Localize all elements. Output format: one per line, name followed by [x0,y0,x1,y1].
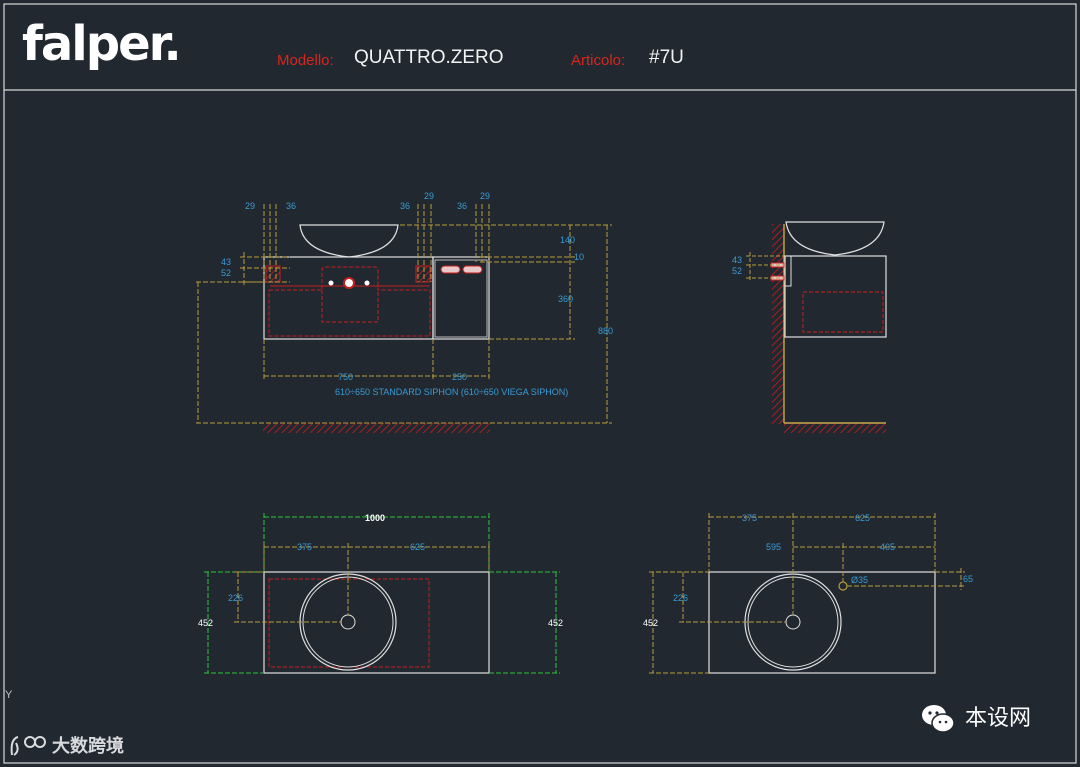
plan-left-dim-452-left: 452 [198,618,213,628]
side-wall-hatch [772,224,784,424]
plan-right-dim-diameter: Ø35 [851,575,868,585]
front-cabinet-left [263,256,434,340]
front-bowl [299,224,399,258]
front-dim-43: 43 [221,257,231,267]
front-dim-36-right: 36 [457,201,467,211]
plan-right-dim-625: 625 [855,513,870,523]
side-cabinet [784,255,887,338]
front-dim-29-left: 29 [245,201,255,211]
front-dim-52: 52 [221,268,231,278]
plan-right-dim-65: 65 [963,574,973,584]
plan-right-dim-405: 405 [880,542,895,552]
drawing-sheet: falper. Modello: QUATTRO.ZERO Articolo: … [0,0,1080,767]
side-bowl [785,221,885,256]
plan-left-dim-226: 226 [228,593,243,603]
drawing-frame [3,3,1077,764]
watermark-logo-icon [10,736,46,756]
front-dim-750: 750 [338,372,353,382]
watermark-text-2: 大数跨境 [52,736,124,757]
front-dim-29-mid: 29 [424,191,434,201]
watermark-text: 本设网 [965,706,1032,731]
plan-left-dim-625: 625 [410,542,425,552]
tap-hole [838,581,848,591]
side-dim-52: 52 [732,266,742,276]
front-siphon-note: 610÷650 STANDARD SIPHON (610÷650 VIEGA S… [335,387,568,397]
plan-left-dim-452-right: 452 [548,618,563,628]
plan-right-dim-375: 375 [742,513,757,523]
front-dim-360: 360 [558,294,573,304]
plan-view-right: 375 625 595 405 226 Ø35 65 452 [643,513,973,674]
floor-hatch [263,423,490,433]
side-floor-hatch [784,423,886,433]
front-dim-880: 880 [598,326,613,336]
technical-drawing: 29 36 36 29 36 29 43 52 140 10 360 880 7… [3,3,1077,764]
side-dim-43: 43 [732,255,742,265]
side-view: 43 52 [732,221,887,433]
ucs-y-label: Y [5,689,13,701]
wechat-icon [922,705,955,733]
plan-right-dim-452: 452 [643,618,658,628]
front-dim-36-mid: 36 [400,201,410,211]
front-dim-250: 250 [452,372,467,382]
plan-left-dim-1000: 1000 [365,513,385,523]
front-dim-36-left: 36 [286,201,296,211]
front-dim-10: 10 [574,252,584,262]
plan-view-left: 1000 375 625 226 452 452 [198,513,563,674]
plan-left-dim-375: 375 [297,542,312,552]
plan-right-dim-226: 226 [673,593,688,603]
plan-right-dim-595: 595 [766,542,781,552]
front-view: 29 36 36 29 36 29 43 52 140 10 360 880 7… [196,191,613,433]
front-dim-29-right: 29 [480,191,490,201]
front-dim-140: 140 [560,235,575,245]
